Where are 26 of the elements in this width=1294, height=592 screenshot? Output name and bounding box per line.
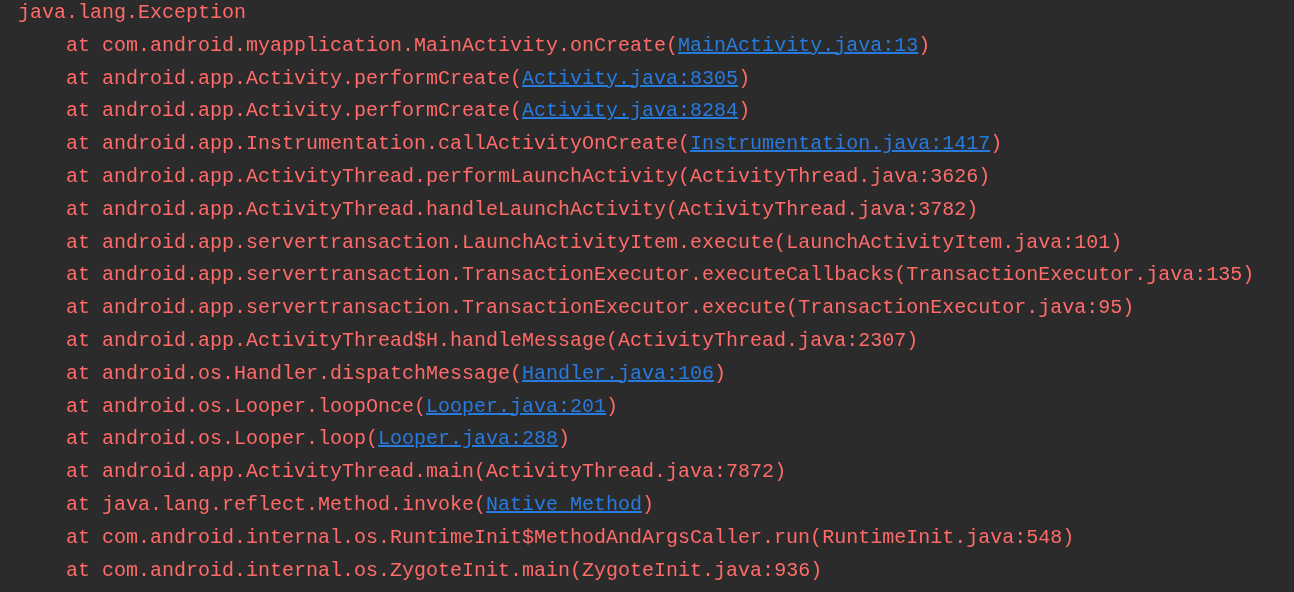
source-link[interactable]: Looper.java:288 (378, 427, 559, 451)
source-link[interactable]: MainActivity.java:13 (678, 33, 919, 57)
source-link[interactable]: Handler.java:106 (522, 361, 715, 385)
stack-frame-line: at android.app.ActivityThread$H.handleMessage(ActivityThread.java:2307) (66, 327, 919, 354)
stack-frame-line: at android.app.servertransaction.LaunchActivityItem.execute(LaunchActivityItem.java:101) (66, 229, 1123, 256)
stack-frame-line: at android.app.ActivityThread.handleLaunchActivity(ActivityThread.java:3782) (66, 196, 979, 223)
stack-frame-line: at android.app.Instrumentation.callActivityOnCreate(Instrumentation.java:1417) (66, 131, 1003, 158)
exception-title: java.lang.Exception (18, 0, 247, 26)
stack-frame-line: at android.app.Activity.performCreate(Activity.java:8305) (66, 65, 751, 92)
source-link[interactable]: Activity.java:8305 (522, 66, 739, 90)
stack-frame-line: at android.os.Looper.loopOnce(Looper.java:201) (66, 393, 619, 420)
stack-frame-line: at android.app.ActivityThread.performLaunchActivity(ActivityThread.java:3626) (66, 164, 991, 190)
stack-frame-line: at android.app.servertransaction.TransactionExecutor.executeCallbacks(TransactionExecutor.java:135) (66, 262, 1255, 289)
stack-frame-line: at com.android.internal.os.RuntimeInit$MethodAndArgsCaller.run(RuntimeInit.java:548) (66, 524, 1075, 551)
stack-frame-line: at android.os.Handler.dispatchMessage(Handler.java:106) (66, 360, 727, 387)
source-link[interactable]: Instrumentation.java:1417 (690, 132, 991, 156)
stack-frame-line: at com.android.myapplication.MainActivity.onCreate(MainActivity.java:13) (66, 32, 931, 59)
source-link[interactable]: Looper.java:201 (426, 394, 607, 418)
stack-frame-line: at java.lang.reflect.Method.invoke(Native Method) (66, 491, 655, 518)
source-link[interactable]: Activity.java:8284 (522, 99, 739, 123)
stack-frame-line: at com.android.internal.os.ZygoteInit.main(ZygoteInit.java:936) (66, 557, 823, 584)
stack-frame-line: at android.app.ActivityThread.main(ActivityThread.java:7872) (66, 459, 787, 486)
source-link[interactable]: Native Method (486, 492, 643, 516)
stack-frame-line: at android.app.servertransaction.TransactionExecutor.execute(TransactionExecutor.java:95) (66, 295, 1135, 322)
stack-frame-line: at android.os.Looper.loop(Looper.java:288) (66, 426, 571, 453)
stack-frame-line: at android.app.Activity.performCreate(Activity.java:8284) (66, 98, 751, 125)
